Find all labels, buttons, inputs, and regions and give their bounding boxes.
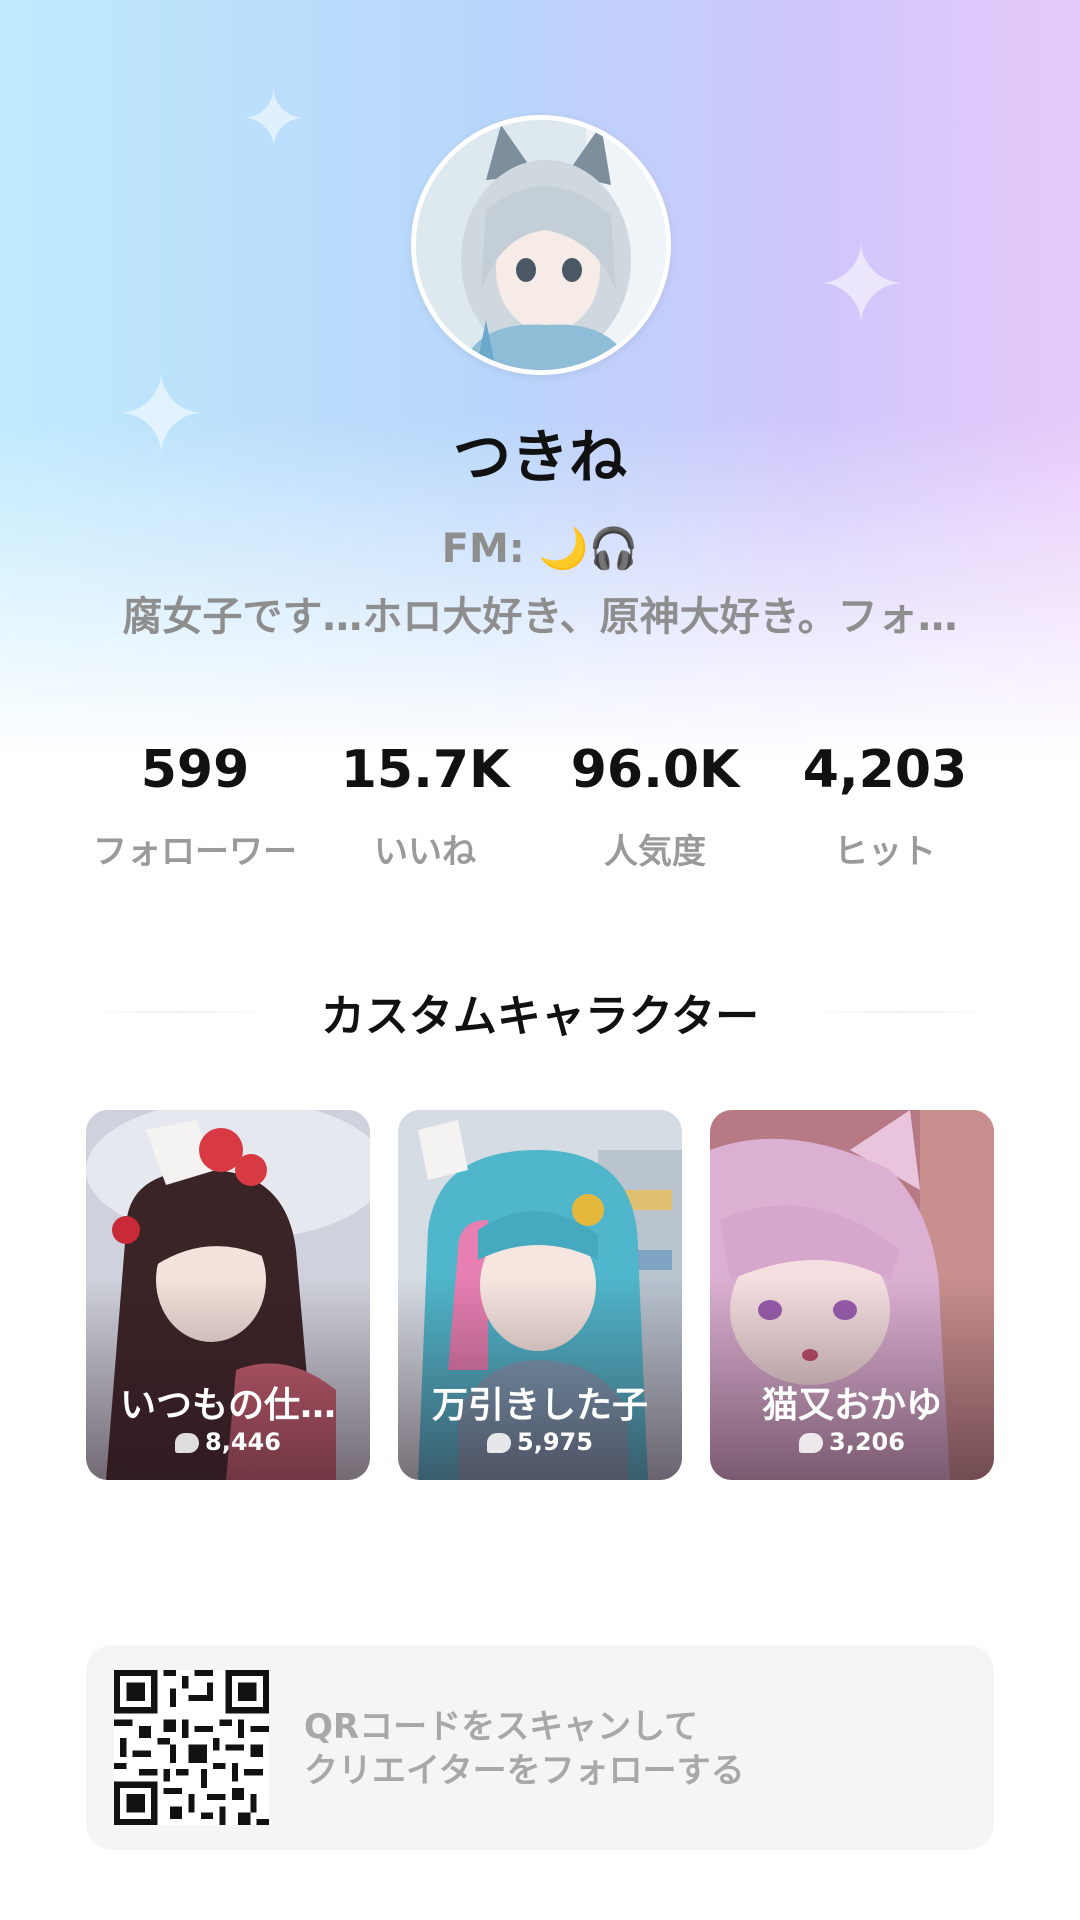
character-list: いつもの仕… 8,446 万引きした子 5,975 猫又おかゆ 3,206 [86,1110,994,1480]
chat-count: 3,206 [710,1428,994,1456]
stat-value: 15.7K [340,740,510,800]
divider [809,1011,994,1013]
character-name: 万引きした子 [431,1385,648,1426]
stat-popularity[interactable]: 96.0K 人気度 [540,740,770,873]
profile-stats: 599 フォローワー 15.7K いいね 96.0K 人気度 4,203 ヒット [80,740,1000,873]
chat-bubble-icon [799,1433,824,1453]
chat-bubble-icon [487,1433,512,1453]
sparkle-icon: ✦ [815,221,908,349]
chat-bubble-icon [175,1433,200,1453]
chat-count-value: 8,446 [205,1428,281,1456]
profile-name: つきね [452,423,627,491]
qr-line1: QRコードをスキャンして [304,1707,699,1747]
section-header: カスタムキャラクター [86,980,994,1044]
section-title: カスタムキャラクター [320,991,760,1042]
stat-label: フォローワー [93,832,297,872]
profile-avatar[interactable] [411,115,671,375]
stat-label: いいね [374,832,476,872]
avatar-illustration [416,120,666,370]
stat-likes[interactable]: 15.7K いいね [310,740,540,873]
qr-follow-panel[interactable]: QRコードをスキャンして クリエイターをフォローする [86,1645,994,1850]
stat-value: 96.0K [570,740,740,800]
character-name: 猫又おかゆ [761,1385,942,1426]
divider [86,1011,271,1013]
chat-count-value: 3,206 [829,1428,905,1456]
character-card[interactable]: いつもの仕… 8,446 [86,1110,370,1480]
character-card[interactable]: 猫又おかゆ 3,206 [710,1110,994,1480]
qr-line2: クリエイターをフォローする [304,1751,745,1791]
stat-hits[interactable]: 4,203 ヒット [770,740,1000,873]
chat-count-value: 5,975 [517,1428,593,1456]
profile-bio-line1: FM: 🌙🎧 [441,526,639,572]
character-name: いつもの仕… [119,1385,336,1426]
qr-code-icon [114,1670,269,1825]
chat-count: 5,975 [398,1428,682,1456]
stat-value: 4,203 [802,740,968,800]
sparkle-icon: ✦ [240,73,308,166]
stat-label: 人気度 [604,832,706,872]
stat-label: ヒット [834,832,936,872]
profile-bio-line2[interactable]: 腐女子です…ホロ大好き、原神大好き。フォ… [80,584,1000,642]
stat-value: 599 [140,740,250,800]
stat-followers[interactable]: 599 フォローワー [80,740,310,873]
qr-instructions: QRコードをスキャンして クリエイターをフォローする [304,1705,745,1793]
chat-count: 8,446 [86,1428,370,1456]
character-card[interactable]: 万引きした子 5,975 [398,1110,682,1480]
